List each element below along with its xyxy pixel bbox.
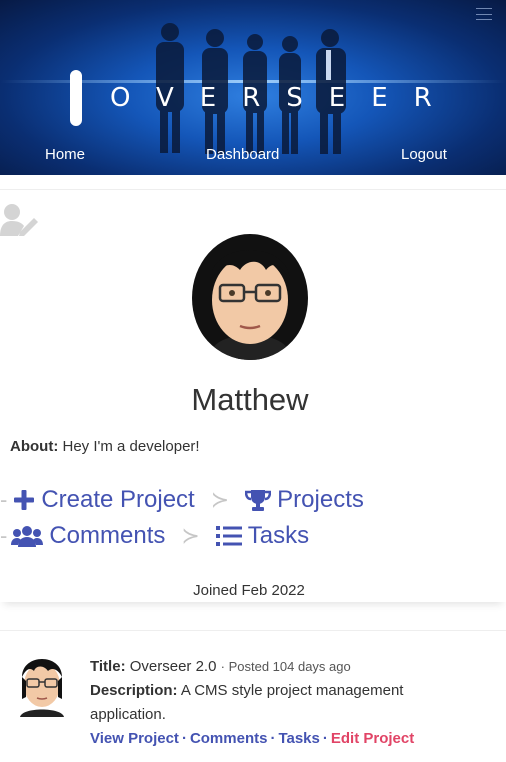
users-icon bbox=[11, 526, 44, 547]
joined-date: Joined Feb 2022 bbox=[193, 582, 305, 599]
projects-link[interactable]: Projects bbox=[245, 486, 364, 514]
nav-logout-link[interactable]: Logout bbox=[401, 146, 447, 163]
action-row-2: - Comments ≻ Tasks bbox=[0, 522, 309, 550]
list-icon bbox=[215, 526, 242, 546]
link-separator: · bbox=[181, 730, 187, 747]
avatar bbox=[190, 230, 310, 360]
action-separator: ≻ bbox=[181, 523, 200, 548]
nav-dashboard-link[interactable]: Dashboard bbox=[206, 146, 279, 163]
overseer-logo[interactable]: OVERSEER bbox=[70, 68, 440, 128]
row-lead-separator: - bbox=[0, 523, 8, 548]
tasks-link[interactable]: Tasks bbox=[215, 522, 310, 550]
project-links: View Project · Comments · Tasks · Edit Project bbox=[90, 727, 470, 751]
about-label: About: bbox=[10, 438, 59, 455]
comments-label: Comments bbox=[49, 522, 166, 549]
main-nav: Home Dashboard Logout bbox=[0, 146, 506, 166]
project-body: Title: Overseer 2.0 · Posted 104 days ag… bbox=[90, 655, 470, 751]
about-line: About: Hey I'm a developer! bbox=[10, 438, 200, 455]
project-title-line: Title: Overseer 2.0 · Posted 104 days ag… bbox=[90, 658, 351, 675]
profile-card: Matthew About: Hey I'm a developer! - Cr… bbox=[0, 190, 506, 602]
project-card: Title: Overseer 2.0 · Posted 104 days ag… bbox=[0, 630, 506, 762]
title-label: Title: bbox=[90, 658, 126, 675]
about-text: Hey I'm a developer! bbox=[62, 438, 200, 455]
description-label: Description: bbox=[90, 682, 178, 699]
project-description-line: Description: A CMS style project managem… bbox=[90, 679, 470, 727]
comments-link[interactable]: Comments bbox=[11, 522, 165, 550]
project-comments-link[interactable]: Comments bbox=[190, 730, 268, 747]
nav-home-link[interactable]: Home bbox=[45, 146, 85, 163]
logo-text: OVERSEER bbox=[110, 83, 458, 113]
link-separator: · bbox=[322, 730, 328, 747]
link-separator: · bbox=[270, 730, 276, 747]
trophy-icon bbox=[245, 490, 272, 511]
tasks-label: Tasks bbox=[247, 522, 310, 549]
view-project-link[interactable]: View Project bbox=[90, 730, 179, 747]
project-title: Overseer 2.0 bbox=[129, 658, 217, 675]
logo-o-mark bbox=[70, 70, 82, 126]
project-tasks-link[interactable]: Tasks bbox=[278, 730, 319, 747]
projects-label: Projects bbox=[277, 486, 364, 513]
create-project-link[interactable]: Create Project bbox=[13, 486, 195, 514]
avatar bbox=[16, 651, 68, 717]
plus-icon bbox=[14, 490, 35, 510]
edit-project-link[interactable]: Edit Project bbox=[331, 730, 414, 747]
action-row-1: - Create Project ≻ Projects bbox=[0, 486, 364, 514]
hamburger-icon[interactable] bbox=[476, 8, 492, 20]
header-banner: OVERSEER Home Dashboard Logout bbox=[0, 0, 506, 175]
row-lead-separator: - bbox=[0, 487, 8, 512]
posted-time: Posted 104 days ago bbox=[228, 659, 351, 674]
user-name: Matthew bbox=[191, 382, 309, 417]
create-project-label: Create Project bbox=[41, 486, 195, 513]
action-separator: ≻ bbox=[210, 487, 230, 512]
user-edit-icon[interactable] bbox=[0, 202, 40, 236]
